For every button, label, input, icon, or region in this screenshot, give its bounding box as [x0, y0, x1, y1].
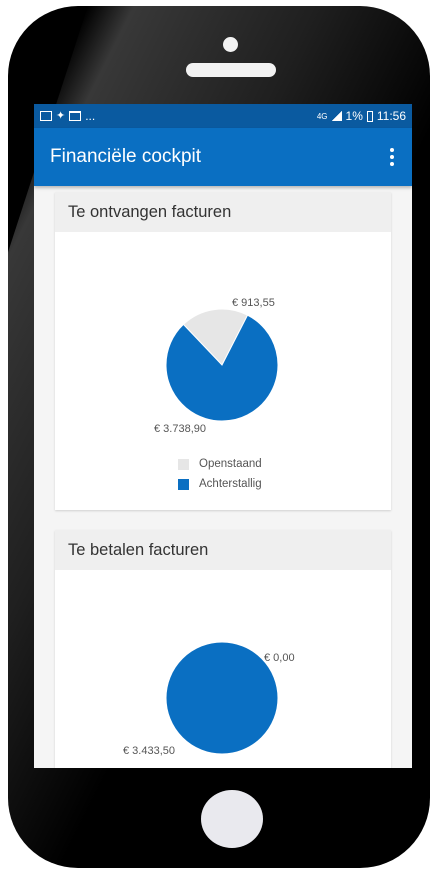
pie-slice-achterstallig[interactable]	[165, 641, 279, 755]
legend-swatch	[178, 458, 189, 470]
legend-item[interactable]: Openstaand	[178, 454, 262, 474]
card-title: Te ontvangen facturen	[55, 192, 391, 232]
network-type: 4G	[316, 111, 328, 121]
status-bar: ✦ ... 4G 1% 11:56	[34, 104, 412, 128]
battery-percent: 1%	[345, 109, 363, 123]
data-label: € 3.738,90	[154, 423, 206, 435]
image-icon	[40, 111, 52, 121]
app-bar: Financiële cockpit	[34, 128, 412, 186]
battery-icon	[366, 110, 373, 122]
card-title: Te betalen facturen	[55, 530, 391, 570]
front-camera	[223, 37, 238, 52]
data-label: € 913,55	[232, 297, 275, 309]
legend-label: Openstaand	[199, 458, 262, 470]
payables-pie-chart: € 0,00 € 3.433,50	[123, 641, 295, 757]
legend-swatch	[178, 478, 189, 490]
receivables-card: Te ontvangen facturen € 913,55 € 3.738,90…	[55, 192, 391, 510]
status-time: 11:56	[376, 109, 406, 123]
status-ellipsis: ...	[85, 109, 96, 123]
legend-item[interactable]: Achterstallig	[178, 474, 262, 494]
data-label: € 3.433,50	[123, 745, 175, 757]
earpiece-speaker	[186, 63, 276, 77]
twitter-icon: ✦	[56, 110, 66, 122]
more-vertical-icon[interactable]	[388, 144, 396, 170]
main-content: Te ontvangen facturen € 913,55 € 3.738,90…	[34, 186, 412, 768]
signal-icon	[331, 111, 342, 121]
home-button[interactable]	[201, 790, 263, 848]
page-title: Financiële cockpit	[50, 146, 202, 167]
book-icon	[69, 111, 82, 121]
legend-label: Achterstallig	[199, 478, 262, 490]
payables-card: Te betalen facturen € 0,00 € 3.433,50	[55, 530, 391, 768]
chart-legend: Openstaand Achterstallig	[178, 454, 262, 494]
phone-screen: ✦ ... 4G 1% 11:56 Financiële cockpit Te …	[34, 104, 412, 768]
data-label: € 0,00	[264, 652, 295, 664]
